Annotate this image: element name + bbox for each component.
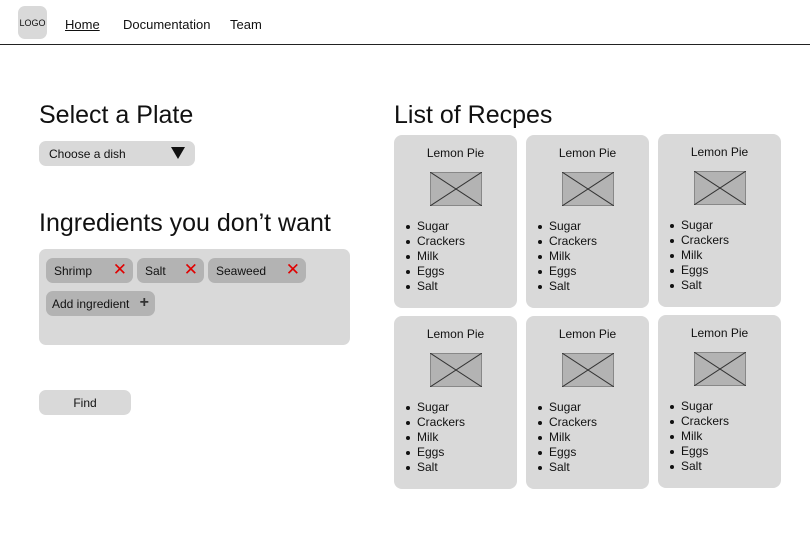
ingredient-chip-label: Shrimp <box>54 263 93 278</box>
find-button[interactable]: Find <box>39 390 131 415</box>
add-ingredient-button[interactable]: Add ingredient + <box>46 291 155 316</box>
image-placeholder-icon <box>562 353 614 387</box>
recipe-card[interactable]: Lemon Pie Sugar Crackers Milk Eggs Salt <box>394 135 517 308</box>
recipe-card-title: Lemon Pie <box>690 145 749 159</box>
ingredient-chip-label: Seaweed <box>216 263 267 278</box>
close-icon[interactable]: ✕ <box>286 261 300 279</box>
list-item: Sugar <box>670 218 729 233</box>
list-item: Sugar <box>538 219 597 234</box>
list-item: Crackers <box>670 233 729 248</box>
recipe-ingredient-list: Sugar Crackers Milk Eggs Salt <box>670 218 729 293</box>
recipe-card-title: Lemon Pie <box>690 326 749 340</box>
list-item: Crackers <box>538 415 597 430</box>
list-item: Salt <box>538 460 597 475</box>
list-item: Eggs <box>538 264 597 279</box>
recipe-ingredient-list: Sugar Crackers Milk Eggs Salt <box>406 400 465 475</box>
list-item: Salt <box>406 460 465 475</box>
recipe-ingredient-list: Sugar Crackers Milk Eggs Salt <box>670 399 729 474</box>
list-item: Crackers <box>538 234 597 249</box>
list-item: Eggs <box>406 264 465 279</box>
image-placeholder-icon <box>430 353 482 387</box>
list-item: Salt <box>538 279 597 294</box>
top-navbar: LOGO Home Documentation Team <box>0 0 810 45</box>
list-item: Sugar <box>406 400 465 415</box>
list-item: Milk <box>538 249 597 264</box>
excluded-ingredients-box: Shrimp ✕ Salt ✕ Seaweed ✕ Add ingredient… <box>39 249 350 345</box>
recipe-card[interactable]: Lemon Pie Sugar Crackers Milk Eggs Salt <box>526 135 649 308</box>
ingredient-chip-shrimp: Shrimp ✕ <box>46 258 133 283</box>
list-item: Milk <box>538 430 597 445</box>
recipe-card-title: Lemon Pie <box>426 327 485 341</box>
nav-home-link[interactable]: Home <box>65 17 100 32</box>
recipe-card-title: Lemon Pie <box>558 327 617 341</box>
close-icon[interactable]: ✕ <box>184 261 198 279</box>
list-item: Eggs <box>670 444 729 459</box>
nav-team-link[interactable]: Team <box>230 17 262 32</box>
list-item: Milk <box>670 248 729 263</box>
image-placeholder-icon <box>430 172 482 206</box>
dish-select[interactable]: Choose a dish <box>39 141 195 166</box>
excluded-ingredients-heading: Ingredients you don’t want <box>39 209 331 237</box>
ingredient-chip-seaweed: Seaweed ✕ <box>208 258 306 283</box>
recipe-card-title: Lemon Pie <box>558 146 617 160</box>
recipe-card[interactable]: Lemon Pie Sugar Crackers Milk Eggs Salt <box>658 315 781 488</box>
nav-documentation-link[interactable]: Documentation <box>123 17 210 32</box>
plus-icon: + <box>139 294 149 311</box>
image-placeholder-icon <box>694 352 746 386</box>
list-item: Eggs <box>406 445 465 460</box>
list-item: Milk <box>406 249 465 264</box>
list-item: Milk <box>406 430 465 445</box>
select-plate-heading: Select a Plate <box>39 101 194 129</box>
recipe-card[interactable]: Lemon Pie Sugar Crackers Milk Eggs Salt <box>394 316 517 489</box>
list-item: Milk <box>670 429 729 444</box>
recipe-ingredient-list: Sugar Crackers Milk Eggs Salt <box>538 400 597 475</box>
close-icon[interactable]: ✕ <box>113 261 127 279</box>
triangle-down-icon <box>171 147 185 159</box>
list-item: Sugar <box>538 400 597 415</box>
list-item: Eggs <box>538 445 597 460</box>
list-item: Sugar <box>670 399 729 414</box>
recipes-heading: List of Recpes <box>394 101 553 129</box>
recipe-card-title: Lemon Pie <box>426 146 485 160</box>
list-item: Salt <box>670 459 729 474</box>
recipe-ingredient-list: Sugar Crackers Milk Eggs Salt <box>538 219 597 294</box>
image-placeholder-icon <box>694 171 746 205</box>
dish-select-value: Choose a dish <box>49 146 126 161</box>
list-item: Salt <box>406 279 465 294</box>
image-placeholder-icon <box>562 172 614 206</box>
list-item: Eggs <box>670 263 729 278</box>
list-item: Crackers <box>406 234 465 249</box>
list-item: Crackers <box>670 414 729 429</box>
recipe-ingredient-list: Sugar Crackers Milk Eggs Salt <box>406 219 465 294</box>
add-ingredient-label: Add ingredient <box>52 296 130 311</box>
list-item: Salt <box>670 278 729 293</box>
recipe-card[interactable]: Lemon Pie Sugar Crackers Milk Eggs Salt <box>658 134 781 307</box>
recipe-card[interactable]: Lemon Pie Sugar Crackers Milk Eggs Salt <box>526 316 649 489</box>
list-item: Crackers <box>406 415 465 430</box>
ingredient-chip-label: Salt <box>145 263 166 278</box>
list-item: Sugar <box>406 219 465 234</box>
ingredient-chip-salt: Salt ✕ <box>137 258 204 283</box>
logo[interactable]: LOGO <box>18 6 47 39</box>
